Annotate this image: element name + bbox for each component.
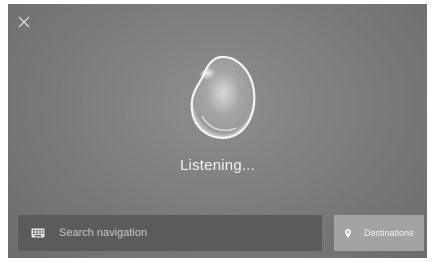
- close-button[interactable]: [16, 14, 32, 30]
- voice-orb-icon: [190, 55, 256, 139]
- voice-assistant-screen: Listening... Search navigation Destinati…: [8, 4, 427, 258]
- listening-status: Listening...: [180, 157, 255, 174]
- destinations-label: Destinations: [364, 228, 414, 238]
- map-pin-icon: [345, 228, 351, 238]
- voice-orb: [188, 54, 258, 140]
- keyboard-icon: [31, 228, 45, 238]
- destinations-button[interactable]: Destinations: [334, 215, 424, 251]
- search-placeholder: Search navigation: [59, 227, 148, 239]
- search-navigation-input[interactable]: Search navigation: [18, 215, 322, 251]
- close-icon: [18, 16, 30, 28]
